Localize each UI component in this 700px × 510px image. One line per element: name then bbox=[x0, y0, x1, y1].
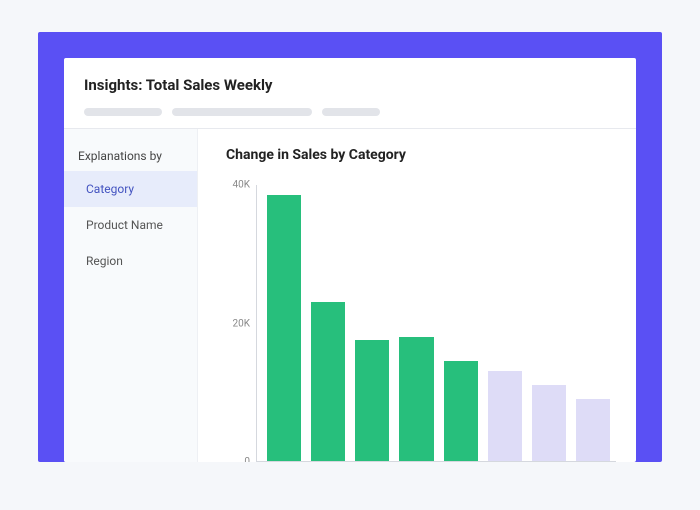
breadcrumb-placeholder bbox=[84, 108, 162, 116]
breadcrumb-placeholder bbox=[322, 108, 380, 116]
chart-bar bbox=[444, 361, 478, 461]
outer-frame: Insights: Total Sales Weekly Explanation… bbox=[38, 32, 662, 462]
sidebar-item-label: Category bbox=[86, 182, 134, 196]
chart-plot bbox=[256, 185, 616, 462]
chart-bar bbox=[399, 337, 433, 461]
sidebar-item-label: Region bbox=[86, 254, 123, 268]
chart-area: 40K20K0 bbox=[226, 185, 616, 462]
breadcrumb-placeholder bbox=[172, 108, 312, 116]
y-axis-tick: 40K bbox=[232, 180, 250, 191]
chart-bar bbox=[576, 399, 610, 461]
insights-panel: Insights: Total Sales Weekly Explanation… bbox=[64, 58, 636, 462]
panel-header: Insights: Total Sales Weekly bbox=[64, 58, 636, 129]
chart-bar bbox=[488, 371, 522, 461]
sidebar-item-product-name[interactable]: Product Name bbox=[64, 207, 197, 243]
main-content: Change in Sales by Category 40K 20K 0 bbox=[198, 129, 636, 462]
breadcrumb bbox=[84, 108, 616, 116]
chart-bars bbox=[257, 185, 616, 461]
panel-body: Explanations by Category Product Name Re… bbox=[64, 129, 636, 462]
page-title: Insights: Total Sales Weekly bbox=[84, 76, 616, 94]
sidebar-item-category[interactable]: Category bbox=[64, 171, 197, 207]
chart-bar bbox=[355, 340, 389, 461]
sidebar-item-label: Product Name bbox=[86, 218, 163, 232]
sidebar: Explanations by Category Product Name Re… bbox=[64, 129, 198, 462]
y-axis-tick: 20K bbox=[232, 318, 250, 329]
chart-bar bbox=[311, 302, 345, 461]
chart-bar bbox=[267, 195, 301, 461]
chart-bar bbox=[532, 385, 566, 461]
sidebar-item-region[interactable]: Region bbox=[64, 243, 197, 279]
y-axis-tick: 0 bbox=[244, 457, 250, 463]
sidebar-heading: Explanations by bbox=[64, 143, 197, 171]
chart-title: Change in Sales by Category bbox=[226, 147, 616, 163]
y-axis: 40K20K0 bbox=[226, 185, 256, 462]
